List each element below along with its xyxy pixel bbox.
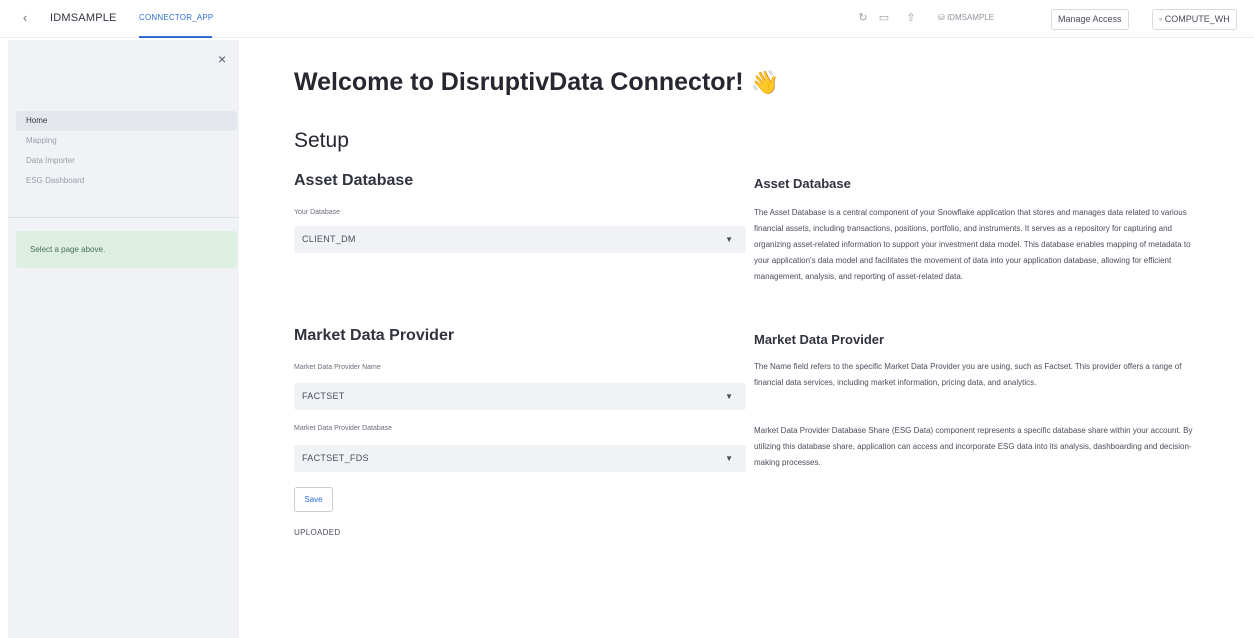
sidebar-item-mapping[interactable]: Mapping bbox=[16, 131, 237, 151]
top-bar: ‹ IDMSAMPLE CONNECTOR_APP ↻ ▭ ⇧ ⛁ IDMSAM… bbox=[0, 0, 1254, 38]
sidebar: × Home Mapping Data Importer ESG Dashboa… bbox=[8, 40, 239, 638]
database-icon: ⛁ bbox=[938, 13, 945, 22]
sidebar-item-esg-dashboard[interactable]: ESG Dashboard bbox=[16, 171, 237, 191]
asset-database-heading: Asset Database bbox=[294, 172, 414, 189]
chevron-down-icon: ▼ bbox=[725, 454, 733, 463]
provider-name-label: Market Data Provider Name bbox=[294, 364, 381, 371]
chevron-down-icon: ▼ bbox=[725, 392, 733, 401]
market-data-info-text-2: Market Data Provider Database Share (ESG… bbox=[754, 426, 1193, 467]
provider-name-select[interactable]: FACTSET ▼ bbox=[294, 383, 746, 410]
app-name[interactable]: IDMSAMPLE bbox=[50, 12, 117, 24]
database-context[interactable]: ⛁ IDMSAMPLE bbox=[938, 13, 994, 22]
database-label: IDMSAMPLE bbox=[946, 13, 995, 22]
sidebar-item-home[interactable]: Home bbox=[16, 111, 237, 131]
provider-database-value: FACTSET_FDS bbox=[302, 453, 369, 463]
active-tab-indicator bbox=[139, 36, 212, 38]
sidebar-item-data-importer[interactable]: Data Importer bbox=[16, 151, 237, 171]
provider-name-value: FACTSET bbox=[302, 391, 345, 401]
save-button[interactable]: Save bbox=[294, 487, 333, 512]
save-icon[interactable]: ▭ bbox=[877, 11, 891, 25]
sidebar-info-note: Select a page above. bbox=[16, 231, 237, 268]
your-database-select[interactable]: CLIENT_DM ▼ bbox=[294, 226, 746, 253]
your-database-label: Your Database bbox=[294, 209, 341, 216]
warehouse-icon: ◦ bbox=[1159, 14, 1163, 24]
market-data-provider-heading: Market Data Provider bbox=[294, 327, 455, 344]
warehouse-label: COMPUTE_WH bbox=[1164, 14, 1230, 24]
sidebar-nav: Home Mapping Data Importer ESG Dashboard bbox=[16, 111, 237, 191]
manage-access-button[interactable]: Manage Access bbox=[1051, 9, 1129, 30]
market-data-info-heading: Market Data Provider bbox=[754, 332, 885, 347]
chevron-down-icon: ▼ bbox=[725, 235, 733, 244]
provider-database-label: Market Data Provider Database bbox=[294, 425, 393, 432]
setup-heading: Setup bbox=[294, 129, 349, 152]
asset-database-info-heading: Asset Database bbox=[754, 176, 851, 191]
close-icon[interactable]: × bbox=[218, 51, 226, 67]
tab-connector-app[interactable]: CONNECTOR_APP bbox=[139, 13, 213, 22]
chevron-left-icon[interactable]: ‹ bbox=[18, 11, 32, 25]
your-database-value: CLIENT_DM bbox=[302, 234, 356, 244]
warehouse-selector[interactable]: ◦ COMPUTE_WH bbox=[1152, 9, 1237, 30]
page-title: Welcome to DisruptivData Connector! 👋 bbox=[294, 68, 779, 97]
provider-database-select[interactable]: FACTSET_FDS ▼ bbox=[294, 445, 746, 472]
page-title-text: Welcome to DisruptivData Connector! bbox=[294, 68, 744, 96]
waving-hand-icon: 👋 bbox=[750, 69, 780, 95]
sidebar-divider bbox=[8, 217, 239, 218]
refresh-icon[interactable]: ↻ bbox=[856, 11, 870, 25]
market-data-info-text-1: The Name field refers to the specific Ma… bbox=[754, 362, 1182, 387]
status-text: UPLOADED bbox=[294, 528, 341, 537]
asset-database-info-text: The Asset Database is a central componen… bbox=[754, 208, 1191, 281]
share-icon[interactable]: ⇧ bbox=[904, 11, 918, 25]
